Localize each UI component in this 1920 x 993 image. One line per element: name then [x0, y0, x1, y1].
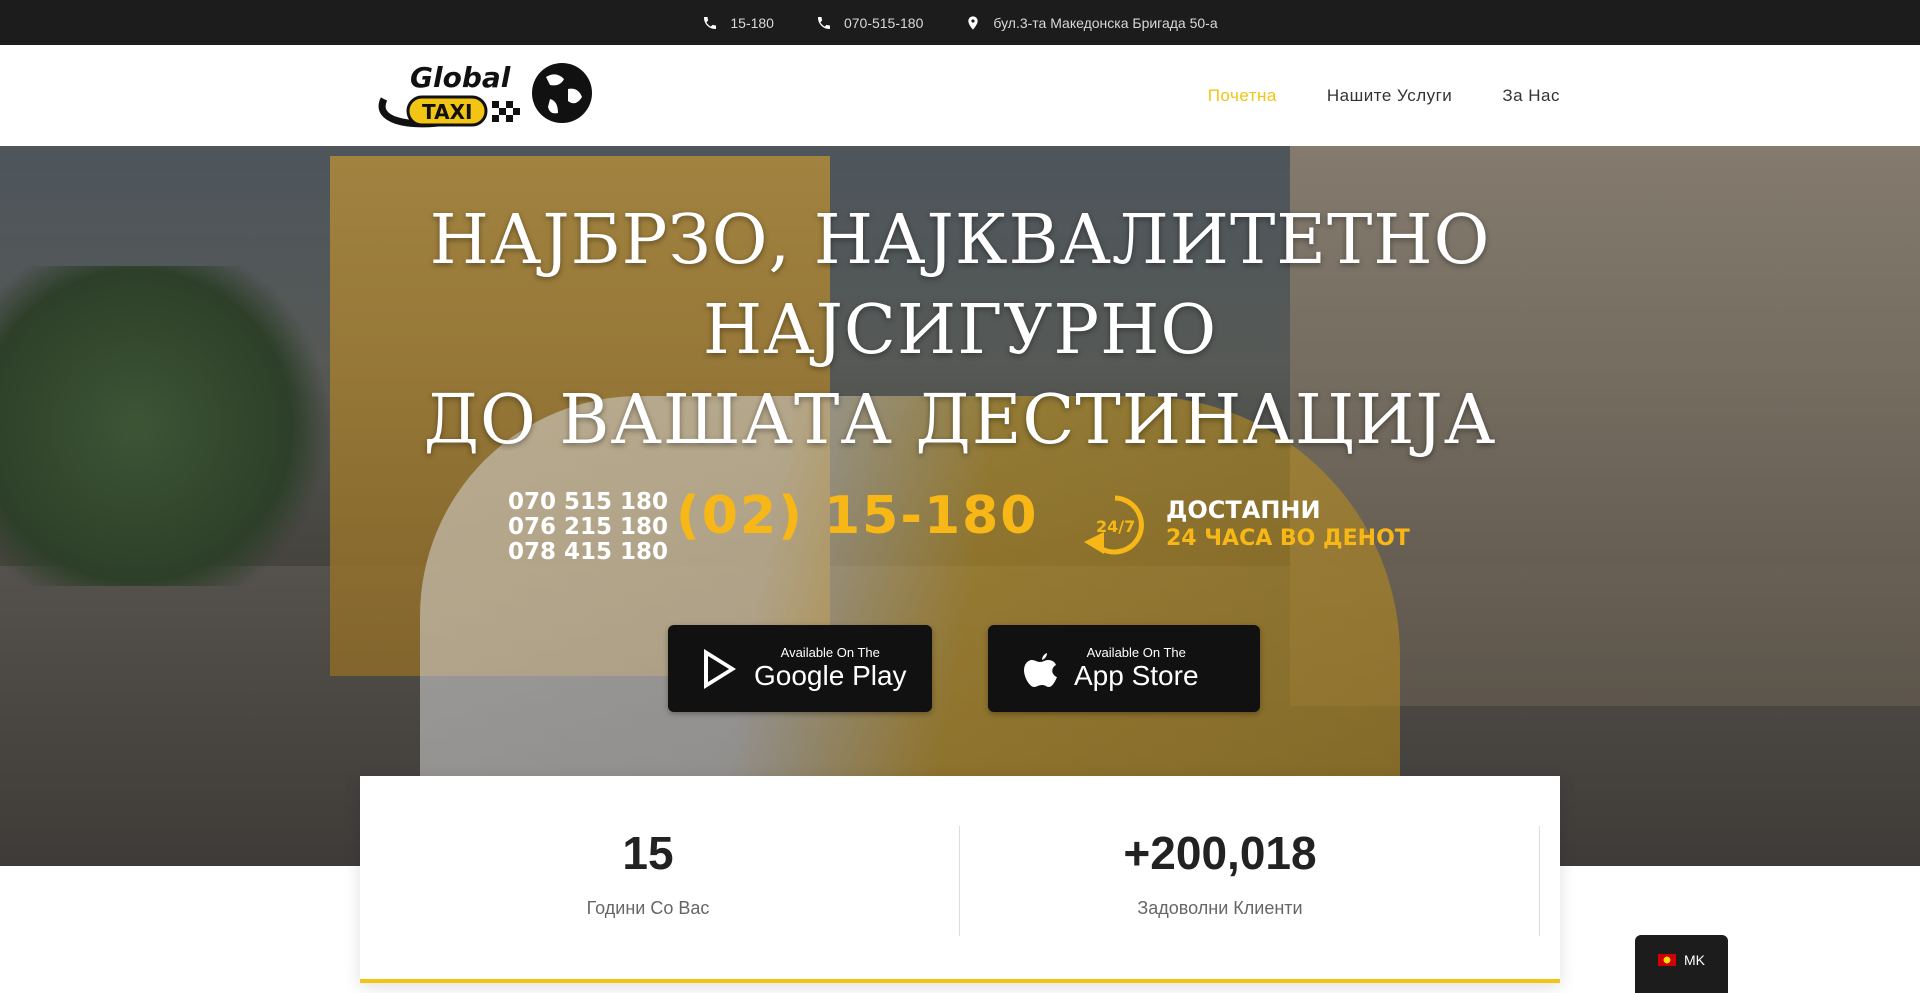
- top-contact-bar: 15-180 070-515-180 бул.3-та Македонска Б…: [0, 0, 1920, 45]
- phone-short-text: 15-180: [730, 14, 774, 31]
- stat-clients-value: +200,018: [1123, 827, 1317, 879]
- availability-text: ДОСТАПНИ 24 ЧАСА ВО ДЕНОТ: [1166, 496, 1410, 551]
- phone-icon: [817, 16, 830, 29]
- app-store-small-text: Available On The: [1086, 645, 1186, 660]
- phone-number: 076 215 180: [508, 514, 669, 540]
- nav-about[interactable]: За Нас: [1502, 86, 1560, 106]
- clock-247-icon: 24/7: [1084, 495, 1144, 555]
- app-store-big-text: App Store: [1074, 660, 1199, 691]
- stat-years-label: Години Со Вас: [586, 898, 710, 918]
- hero-banner: НАЈБРЗО, НАЈКВАЛИТЕТНО НАЈСИГУРНО ДО ВАШ…: [0, 146, 1920, 866]
- phone-number: 070 515 180: [508, 489, 669, 515]
- hero-title: НАЈБРЗО, НАЈКВАЛИТЕТНО НАЈСИГУРНО ДО ВАШ…: [0, 196, 1920, 466]
- google-play-small-text: Available On The: [780, 645, 880, 660]
- stat-years: 15 Години Со Вас: [468, 826, 828, 919]
- app-store-button[interactable]: Available On The App Store: [988, 625, 1260, 712]
- stat-clients: +200,018 Задоволни Клиенти: [1040, 826, 1400, 919]
- stats-card: 15 Години Со Вас +200,018 Задоволни Клие…: [360, 776, 1560, 983]
- hero-title-line1: НАЈБРЗО, НАЈКВАЛИТЕТНО: [429, 201, 1491, 280]
- google-play-button[interactable]: Available On The Google Play: [668, 625, 932, 712]
- mobile-phone-list: 070 515 180 076 215 180 078 415 180: [508, 490, 668, 565]
- hero-title-line3: ДО ВАШАТА ДЕСТИНАЦИЈА: [423, 381, 1497, 460]
- map-pin-icon: [968, 15, 979, 30]
- phone-icon: [704, 16, 717, 29]
- language-switcher[interactable]: MK: [1635, 935, 1728, 993]
- main-phone-number[interactable]: (02) 15-180: [676, 486, 1039, 546]
- phone-number: 078 415 180: [508, 539, 669, 565]
- badge-247-text: 24/7: [1096, 517, 1135, 536]
- stats-divider: [1539, 826, 1540, 936]
- contact-phone-mobile[interactable]: 070-515-180: [816, 15, 923, 31]
- logo-text-top: Global: [410, 61, 511, 94]
- apple-icon: [1024, 652, 1057, 687]
- macedonia-flag-icon: [1658, 954, 1676, 966]
- availability-line1: ДОСТАПНИ: [1166, 496, 1321, 524]
- logo-text-badge: TAXI: [422, 100, 472, 124]
- stat-clients-label: Задоволни Клиенти: [1137, 898, 1303, 918]
- main-nav: Почетна Нашите Услуги За Нас: [1208, 45, 1560, 146]
- stats-divider: [959, 826, 960, 936]
- nav-home[interactable]: Почетна: [1208, 86, 1277, 106]
- phone-mobile-text: 070-515-180: [843, 14, 924, 31]
- language-code: MK: [1684, 952, 1705, 968]
- global-taxi-logo[interactable]: Global TAXI: [374, 59, 596, 133]
- availability-line2: 24 ЧАСА ВО ДЕНОТ: [1166, 526, 1410, 551]
- google-play-icon: [704, 648, 736, 689]
- contact-address: бул.3-та Македонска Бригада 50-а: [965, 14, 1218, 31]
- site-header: Global TAXI Почетна Нашите Услуги За Нас: [0, 45, 1920, 146]
- google-play-big-text: Google Play: [754, 660, 907, 691]
- hero-title-line2: НАЈСИГУРНО: [702, 291, 1218, 370]
- nav-services[interactable]: Нашите Услуги: [1327, 86, 1452, 106]
- contact-phone-short[interactable]: 15-180: [702, 15, 774, 31]
- address-text: бул.3-та Македонска Бригада 50-а: [993, 14, 1218, 31]
- stat-years-value: 15: [622, 827, 674, 879]
